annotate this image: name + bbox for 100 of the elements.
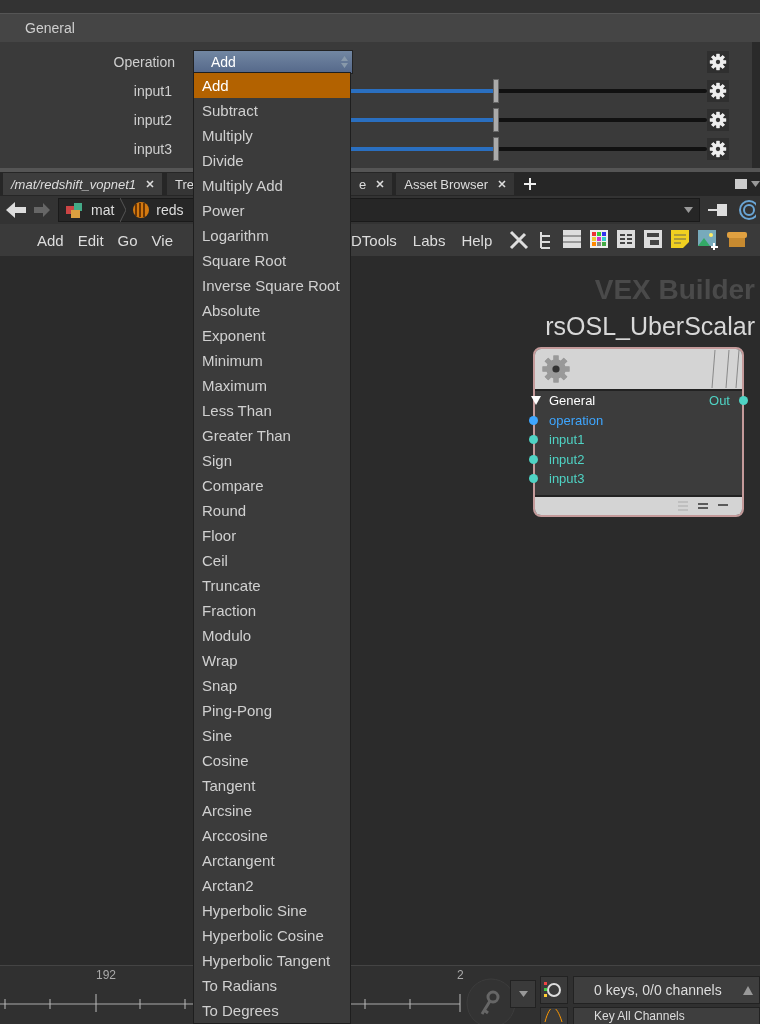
parameter-label: input3 bbox=[132, 140, 173, 157]
grid-icon[interactable] bbox=[617, 230, 636, 248]
menu-option[interactable]: Modulo bbox=[194, 623, 350, 648]
curve-icon[interactable] bbox=[540, 1007, 568, 1024]
output-connector[interactable] bbox=[739, 396, 748, 406]
slider-handle[interactable] bbox=[493, 78, 500, 103]
menu-option[interactable]: Add bbox=[194, 73, 350, 98]
parameter-label: Operation bbox=[112, 53, 176, 70]
frame-label: 192 bbox=[96, 968, 117, 982]
input-label: operation bbox=[549, 412, 604, 428]
gear-icon bbox=[709, 52, 727, 71]
menu-option[interactable]: Snap bbox=[194, 673, 350, 698]
menu-option[interactable]: Sine bbox=[194, 723, 350, 748]
input-connector[interactable] bbox=[529, 415, 538, 425]
operation-dropdown[interactable]: Add bbox=[193, 49, 353, 74]
input-connector[interactable] bbox=[529, 474, 538, 484]
menu-option[interactable]: Arcsine bbox=[194, 798, 350, 823]
menu-option[interactable]: Tangent bbox=[194, 773, 350, 798]
menu-item[interactable]: Vie bbox=[144, 231, 180, 249]
menu-option[interactable]: Floor bbox=[194, 523, 350, 548]
input-connector[interactable] bbox=[529, 435, 538, 445]
section-label: General bbox=[549, 393, 596, 409]
menu-option[interactable]: Logarithm bbox=[194, 223, 350, 248]
menu-option[interactable]: Maximum bbox=[194, 373, 350, 398]
menu-option[interactable]: Wrap bbox=[194, 648, 350, 673]
channels-field[interactable]: 0 keys, 0/0 channels bbox=[573, 976, 760, 1004]
parameter-label: input1 bbox=[132, 82, 173, 99]
menu-item[interactable]: DTools bbox=[351, 231, 404, 249]
menu-item[interactable]: Add bbox=[30, 231, 71, 249]
menu-option[interactable]: Arccosine bbox=[194, 823, 350, 848]
target-icon[interactable] bbox=[738, 199, 756, 221]
dropdown-button[interactable] bbox=[510, 980, 536, 1008]
menu-option[interactable]: Divide bbox=[194, 148, 350, 173]
window-icon[interactable] bbox=[644, 230, 663, 248]
menu-option[interactable]: Multiply Add bbox=[194, 173, 350, 198]
menu-option[interactable]: Cosine bbox=[194, 748, 350, 773]
menu-option[interactable]: Multiply bbox=[194, 123, 350, 148]
settings-button[interactable] bbox=[707, 79, 729, 102]
settings-button[interactable] bbox=[707, 108, 729, 131]
pane-tab[interactable]: /mat/redshift_vopnet1 bbox=[3, 173, 163, 195]
pin-icon[interactable] bbox=[708, 203, 730, 217]
menu-item[interactable]: Go bbox=[110, 231, 145, 249]
menu-option[interactable]: Fraction bbox=[194, 598, 350, 623]
menu-item[interactable]: Edit bbox=[70, 231, 111, 249]
spinner-icon bbox=[341, 54, 348, 69]
menu-option[interactable]: Inverse Square Root bbox=[194, 273, 350, 298]
pane-tab[interactable]: e bbox=[351, 173, 393, 195]
menu-option[interactable]: Less Than bbox=[194, 398, 350, 423]
up-arrow-icon bbox=[743, 985, 753, 995]
menu-option[interactable]: Ceil bbox=[194, 548, 350, 573]
menu-option[interactable]: Square Root bbox=[194, 248, 350, 273]
pane-tab[interactable]: Asset Browser bbox=[396, 173, 515, 195]
note-icon[interactable] bbox=[671, 230, 690, 248]
menu-option[interactable]: Truncate bbox=[194, 573, 350, 598]
menu-option[interactable]: Power bbox=[194, 198, 350, 223]
caret-icon[interactable] bbox=[751, 181, 760, 187]
menu-option[interactable]: Round bbox=[194, 498, 350, 523]
breadcrumb[interactable]: mat bbox=[91, 202, 115, 218]
menu-option[interactable]: Minimum bbox=[194, 348, 350, 373]
image-icon[interactable] bbox=[698, 230, 719, 250]
menu-item[interactable]: Help bbox=[454, 231, 500, 249]
caret-icon[interactable] bbox=[684, 207, 693, 213]
breadcrumb[interactable]: reds bbox=[156, 202, 184, 218]
key-mode-field[interactable]: Key All Channels bbox=[573, 1007, 760, 1024]
input-connector[interactable] bbox=[529, 454, 538, 464]
menu-option[interactable]: Ping-Pong bbox=[194, 698, 350, 723]
menu-option[interactable]: Arctan2 bbox=[194, 873, 350, 898]
menu-option[interactable]: Subtract bbox=[194, 98, 350, 123]
back-arrow-icon[interactable] bbox=[6, 202, 26, 218]
pane-tab[interactable]: Tre bbox=[167, 173, 193, 195]
caret-icon[interactable] bbox=[518, 991, 528, 997]
slider-handle[interactable] bbox=[493, 136, 500, 161]
gear-icon bbox=[709, 81, 727, 100]
box-icon[interactable] bbox=[727, 230, 748, 248]
section-title[interactable]: General bbox=[25, 20, 75, 36]
menu-option[interactable]: Absolute bbox=[194, 298, 350, 323]
close-icon[interactable] bbox=[498, 180, 507, 188]
plus-icon[interactable] bbox=[524, 178, 537, 190]
close-icon[interactable] bbox=[376, 180, 385, 188]
menu-option[interactable]: Arctangent bbox=[194, 848, 350, 873]
menu-option[interactable]: Greater Than bbox=[194, 423, 350, 448]
menu-option[interactable]: Hyperbolic Cosine bbox=[194, 923, 350, 948]
list-icon[interactable] bbox=[563, 230, 582, 248]
slider-handle[interactable] bbox=[493, 107, 500, 132]
settings-button[interactable] bbox=[707, 50, 729, 73]
collapse-triangle-icon[interactable] bbox=[531, 396, 541, 406]
menu-option[interactable]: To Degrees bbox=[194, 998, 350, 1023]
frame-label: 2 bbox=[457, 968, 464, 982]
menu-option[interactable]: Sign bbox=[194, 448, 350, 473]
settings-button[interactable] bbox=[707, 137, 729, 160]
menu-option[interactable]: To Radians bbox=[194, 973, 350, 998]
menu-option[interactable]: Compare bbox=[194, 473, 350, 498]
menu-option[interactable]: Hyperbolic Sine bbox=[194, 898, 350, 923]
close-icon[interactable] bbox=[146, 180, 155, 188]
menu-item[interactable]: Labs bbox=[405, 231, 453, 249]
menu-option[interactable]: Hyperbolic Tangent bbox=[194, 948, 350, 973]
equals-icon bbox=[698, 502, 708, 509]
menu-option[interactable]: Exponent bbox=[194, 323, 350, 348]
input-label: input1 bbox=[549, 432, 585, 448]
palette-icon[interactable] bbox=[590, 230, 609, 248]
